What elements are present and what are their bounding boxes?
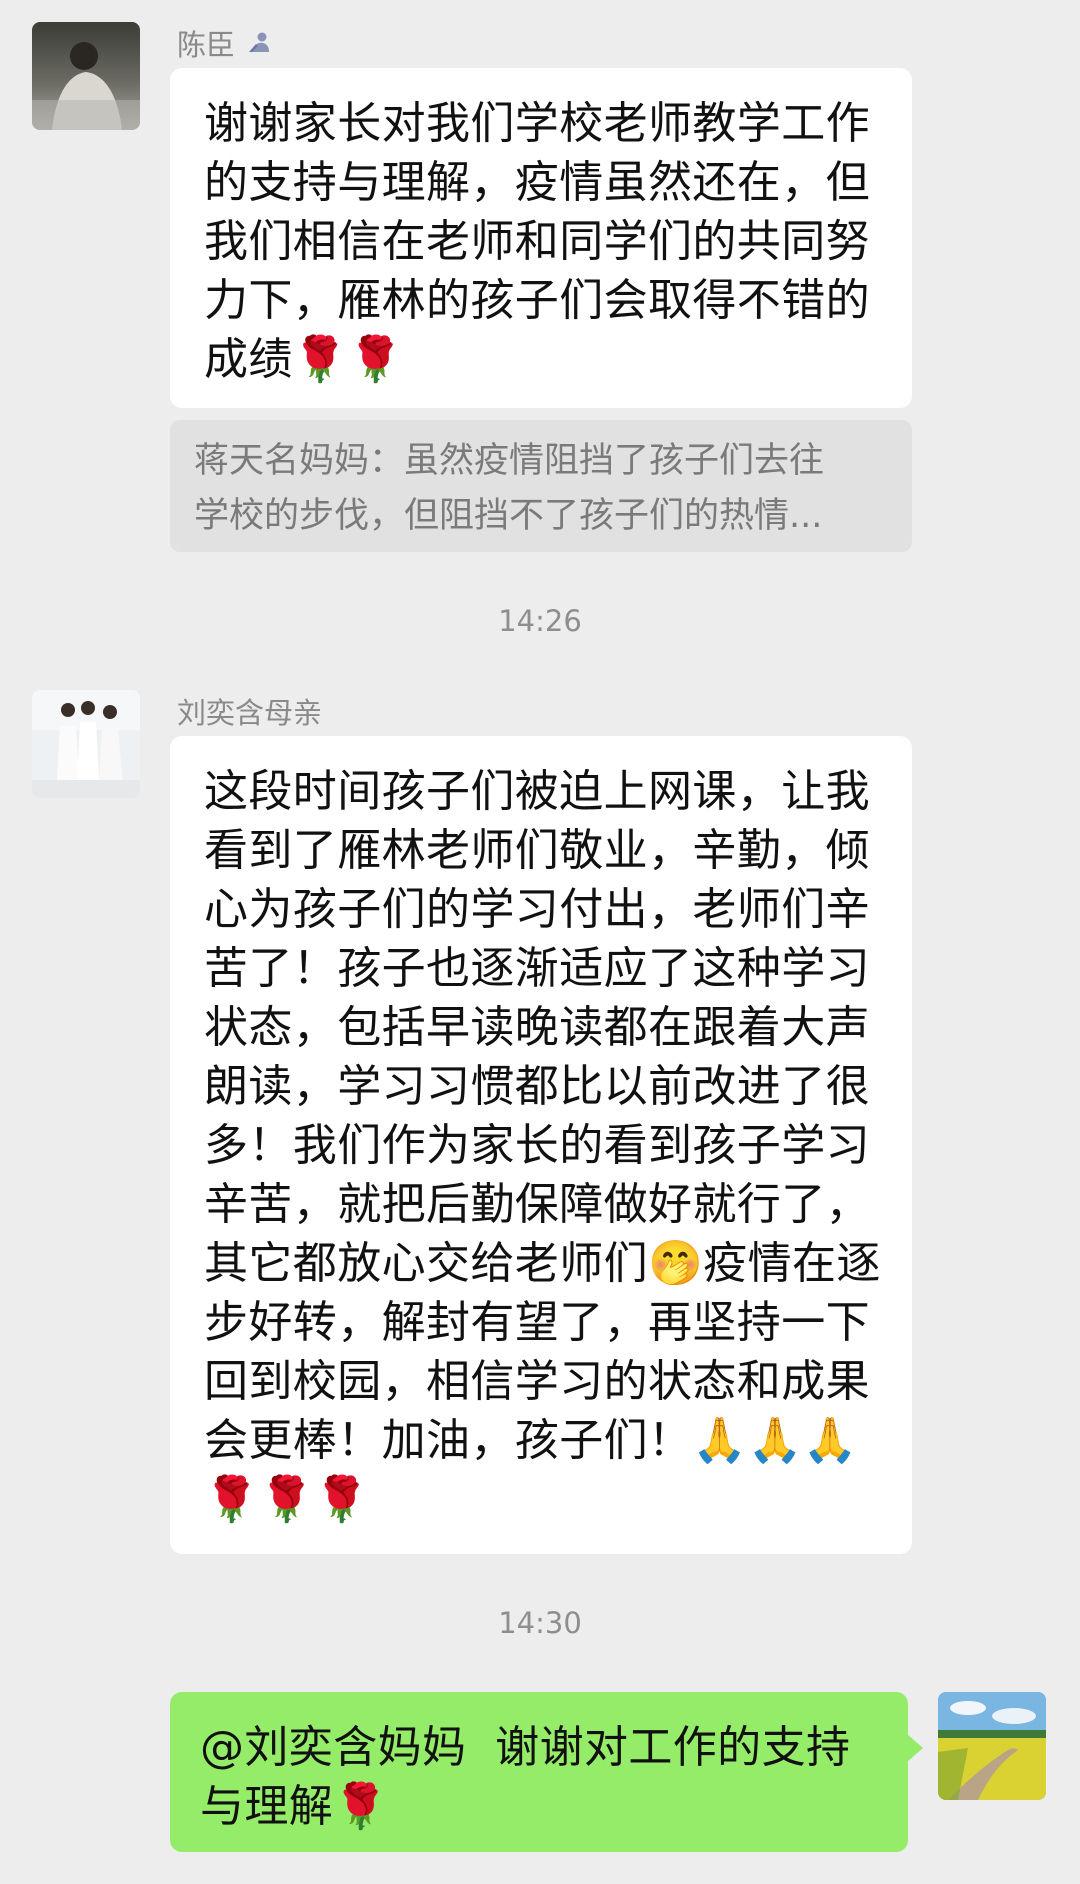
sender-name[interactable]: 刘奕含母亲 bbox=[177, 693, 322, 733]
quoted-message-text: 蒋天名妈妈：虽然疫情阻挡了孩子们去往 学校的步伐，但阻挡不了孩子们的热情... bbox=[194, 441, 825, 536]
sender-name[interactable]: 陈臣 bbox=[177, 25, 235, 65]
avatar-photo-icon bbox=[32, 690, 140, 798]
my-message-bubble[interactable]: @刘奕含妈妈 谢谢对工作的支持 与理解🌹 bbox=[170, 1692, 908, 1852]
message-text: 这段时间孩子们被迫上网课，让我 看到了雁林老师们敬业，辛勤，倾 心为孩子们的学习… bbox=[204, 766, 881, 1525]
avatar-landscape-icon bbox=[938, 1692, 1046, 1800]
message-bubble[interactable]: 这段时间孩子们被迫上网课，让我 看到了雁林老师们敬业，辛勤，倾 心为孩子们的学习… bbox=[170, 736, 912, 1554]
avatar-chenchen[interactable] bbox=[32, 22, 140, 130]
message-text: 谢谢家长对我们学校老师教学工作 的支持与理解，疫情虽然还在，但 我们相信在老师和… bbox=[204, 98, 870, 385]
avatar-liuyihan-mother[interactable] bbox=[32, 690, 140, 798]
avatar-self[interactable] bbox=[938, 1692, 1046, 1800]
quoted-message[interactable]: 蒋天名妈妈：虽然疫情阻挡了孩子们去往 学校的步伐，但阻挡不了孩子们的热情... bbox=[170, 420, 912, 552]
sender-row: 陈臣 bbox=[177, 25, 273, 65]
person-badge-icon bbox=[247, 30, 273, 60]
avatar-photo-icon bbox=[32, 22, 140, 130]
timestamp: 14:30 bbox=[498, 1606, 582, 1640]
timestamp: 14:26 bbox=[498, 604, 582, 638]
message-bubble[interactable]: 谢谢家长对我们学校老师教学工作 的支持与理解，疫情虽然还在，但 我们相信在老师和… bbox=[170, 68, 912, 408]
sender-row: 刘奕含母亲 bbox=[177, 693, 322, 733]
message-text: @刘奕含妈妈 谢谢对工作的支持 与理解🌹 bbox=[200, 1722, 851, 1832]
bubble-tail bbox=[907, 1734, 923, 1762]
